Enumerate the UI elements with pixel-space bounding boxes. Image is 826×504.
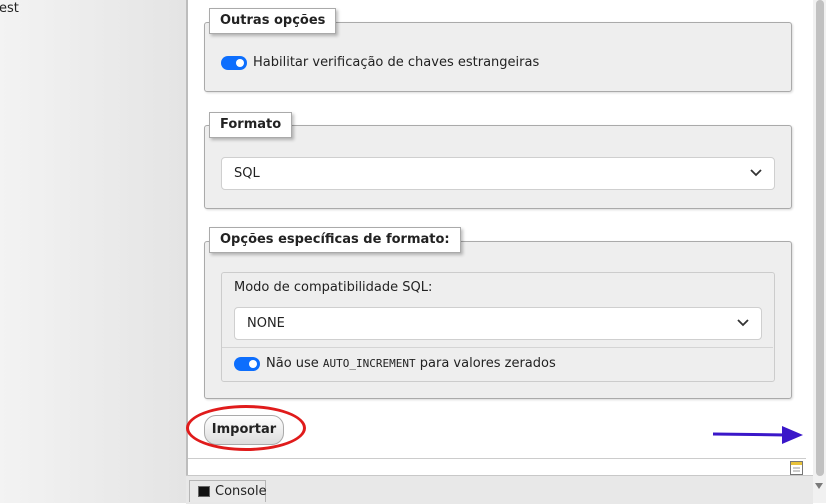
format-select[interactable]: SQL (221, 157, 775, 190)
annotation-arrow-icon (712, 426, 803, 444)
annotation-circle (186, 405, 306, 451)
scrollbar-thumb[interactable] (816, 0, 824, 476)
format-specific-options-legend: Opções específicas de formato: (209, 227, 461, 253)
format-legend: Formato (209, 112, 293, 138)
toggle-knob (249, 360, 257, 368)
console-icon (198, 486, 210, 497)
console-bar (186, 475, 813, 504)
console-tab[interactable]: Console (189, 480, 267, 502)
content-bottom-divider (188, 458, 806, 459)
chevron-down-icon (750, 169, 762, 177)
auto-increment-code: AUTO_INCREMENT (322, 357, 416, 370)
scroll-down-arrow-icon[interactable] (815, 483, 823, 489)
auto-increment-label[interactable]: Não use AUTO_INCREMENT para valores zera… (266, 356, 556, 372)
options-divider (222, 347, 773, 348)
compat-mode-label: Modo de compatibilidade SQL: (234, 280, 433, 295)
console-label: Console (215, 484, 267, 499)
foreign-key-check-toggle[interactable] (221, 56, 247, 70)
chevron-down-icon (737, 319, 749, 327)
other-options-legend: Outras opções (209, 8, 337, 34)
compat-mode-select[interactable]: NONE (234, 307, 762, 340)
compat-mode-select-value: NONE (247, 316, 285, 331)
auto-increment-label-prefix: Não use (266, 356, 323, 371)
auto-increment-label-suffix: para valores zerados (415, 356, 556, 371)
toggle-knob (236, 59, 244, 67)
navigation-sidebar: est (0, 0, 187, 503)
foreign-key-check-label[interactable]: Habilitar verificação de chaves estrange… (253, 55, 539, 71)
sidebar-item-label[interactable]: est (0, 1, 19, 16)
notepad-icon[interactable] (790, 461, 803, 475)
format-select-value: SQL (234, 166, 260, 181)
auto-increment-toggle[interactable] (234, 357, 260, 371)
